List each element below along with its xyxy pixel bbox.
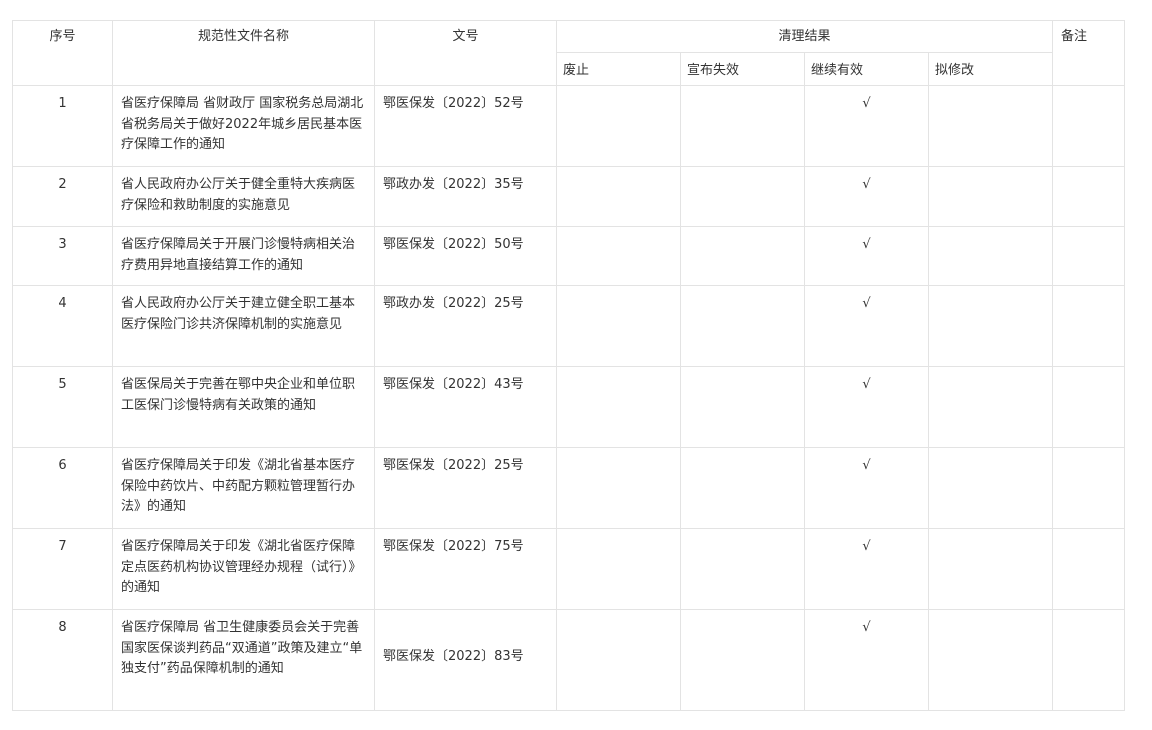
row-seq: 5 [12, 366, 113, 448]
row-abolish-cell [556, 166, 681, 227]
regulation-cleanup-table: 序号 规范性文件名称 文号 清理结果 备注 废止 宣布失效 继续有效 拟修改 1… [12, 20, 1125, 711]
table-row: 6 省医疗保障局关于印发《湖北省基本医疗保险中药饮片、中药配方颗粒管理暂行办法》… [12, 447, 1125, 529]
row-valid-check: √ [804, 166, 929, 227]
row-revise-cell [928, 85, 1053, 167]
row-revise-cell [928, 609, 1053, 711]
row-document-name: 省医疗保障局 省卫生健康委员会关于完善国家医保谈判药品“双通道”政策及建立“单独… [112, 609, 375, 711]
row-valid-check: √ [804, 609, 929, 711]
row-document-number: 鄂医保发〔2022〕75号 [374, 528, 557, 610]
row-valid-check: √ [804, 528, 929, 610]
row-document-name: 省医疗保障局关于开展门诊慢特病相关治疗费用异地直接结算工作的通知 [112, 226, 375, 286]
row-abolish-cell [556, 285, 681, 367]
row-abolish-cell [556, 226, 681, 286]
row-valid-check: √ [804, 366, 929, 448]
row-invalid-cell [680, 528, 805, 610]
row-invalid-cell [680, 366, 805, 448]
header-doc-no: 文号 [374, 20, 557, 86]
header-to-revise: 拟修改 [928, 52, 1053, 86]
row-remark-cell [1052, 285, 1125, 367]
row-document-number: 鄂医保发〔2022〕52号 [374, 85, 557, 167]
row-remark-cell [1052, 447, 1125, 529]
row-document-name: 省医疗保障局 省财政厅 国家税务总局湖北省税务局关于做好2022年城乡居民基本医… [112, 85, 375, 167]
row-revise-cell [928, 226, 1053, 286]
row-invalid-cell [680, 226, 805, 286]
row-revise-cell [928, 366, 1053, 448]
row-abolish-cell [556, 366, 681, 448]
row-seq: 7 [12, 528, 113, 610]
row-document-name: 省人民政府办公厅关于建立健全职工基本医疗保险门诊共济保障机制的实施意见 [112, 285, 375, 367]
table-row: 7 省医疗保障局关于印发《湖北省医疗保障定点医药机构协议管理经办规程（试行）》的… [12, 528, 1125, 610]
row-document-name: 省医疗保障局关于印发《湖北省基本医疗保险中药饮片、中药配方颗粒管理暂行办法》的通… [112, 447, 375, 529]
row-valid-check: √ [804, 447, 929, 529]
row-valid-check: √ [804, 226, 929, 286]
row-remark-cell [1052, 528, 1125, 610]
table-row: 3 省医疗保障局关于开展门诊慢特病相关治疗费用异地直接结算工作的通知 鄂医保发〔… [12, 226, 1125, 286]
row-remark-cell [1052, 226, 1125, 286]
row-seq: 8 [12, 609, 113, 711]
row-valid-check: √ [804, 285, 929, 367]
row-invalid-cell [680, 85, 805, 167]
row-remark-cell [1052, 85, 1125, 167]
table-row: 1 省医疗保障局 省财政厅 国家税务总局湖北省税务局关于做好2022年城乡居民基… [12, 85, 1125, 167]
row-document-name: 省医保局关于完善在鄂中央企业和单位职工医保门诊慢特病有关政策的通知 [112, 366, 375, 448]
row-abolish-cell [556, 447, 681, 529]
header-remain-valid: 继续有效 [804, 52, 929, 86]
row-seq: 2 [12, 166, 113, 227]
row-invalid-cell [680, 609, 805, 711]
row-document-number: 鄂医保发〔2022〕83号 [374, 609, 557, 711]
row-revise-cell [928, 166, 1053, 227]
row-document-name: 省医疗保障局关于印发《湖北省医疗保障定点医药机构协议管理经办规程（试行）》的通知 [112, 528, 375, 610]
row-valid-check: √ [804, 85, 929, 167]
row-seq: 6 [12, 447, 113, 529]
header-remark: 备注 [1052, 20, 1125, 86]
table-row: 2 省人民政府办公厅关于健全重特大疾病医疗保险和救助制度的实施意见 鄂政办发〔2… [12, 166, 1125, 227]
row-document-number: 鄂政办发〔2022〕25号 [374, 285, 557, 367]
row-seq: 1 [12, 85, 113, 167]
row-document-name: 省人民政府办公厅关于健全重特大疾病医疗保险和救助制度的实施意见 [112, 166, 375, 227]
header-declared-invalid: 宣布失效 [680, 52, 805, 86]
row-revise-cell [928, 447, 1053, 529]
header-row: 序号 规范性文件名称 文号 清理结果 备注 [12, 20, 1125, 86]
table-row: 4 省人民政府办公厅关于建立健全职工基本医疗保险门诊共济保障机制的实施意见 鄂政… [12, 285, 1125, 367]
row-invalid-cell [680, 447, 805, 529]
header-name: 规范性文件名称 [112, 20, 375, 86]
row-invalid-cell [680, 166, 805, 227]
header-result: 清理结果 [556, 20, 1053, 53]
row-seq: 3 [12, 226, 113, 286]
row-remark-cell [1052, 366, 1125, 448]
row-document-number: 鄂医保发〔2022〕50号 [374, 226, 557, 286]
row-revise-cell [928, 285, 1053, 367]
row-invalid-cell [680, 285, 805, 367]
row-document-number: 鄂政办发〔2022〕35号 [374, 166, 557, 227]
table-row: 8 省医疗保障局 省卫生健康委员会关于完善国家医保谈判药品“双通道”政策及建立“… [12, 609, 1125, 711]
row-revise-cell [928, 528, 1053, 610]
row-abolish-cell [556, 85, 681, 167]
table-row: 5 省医保局关于完善在鄂中央企业和单位职工医保门诊慢特病有关政策的通知 鄂医保发… [12, 366, 1125, 448]
row-abolish-cell [556, 528, 681, 610]
row-remark-cell [1052, 166, 1125, 227]
row-seq: 4 [12, 285, 113, 367]
header-abolish: 废止 [556, 52, 681, 86]
row-document-number: 鄂医保发〔2022〕43号 [374, 366, 557, 448]
row-abolish-cell [556, 609, 681, 711]
header-seq: 序号 [12, 20, 113, 86]
row-document-number: 鄂医保发〔2022〕25号 [374, 447, 557, 529]
row-remark-cell [1052, 609, 1125, 711]
